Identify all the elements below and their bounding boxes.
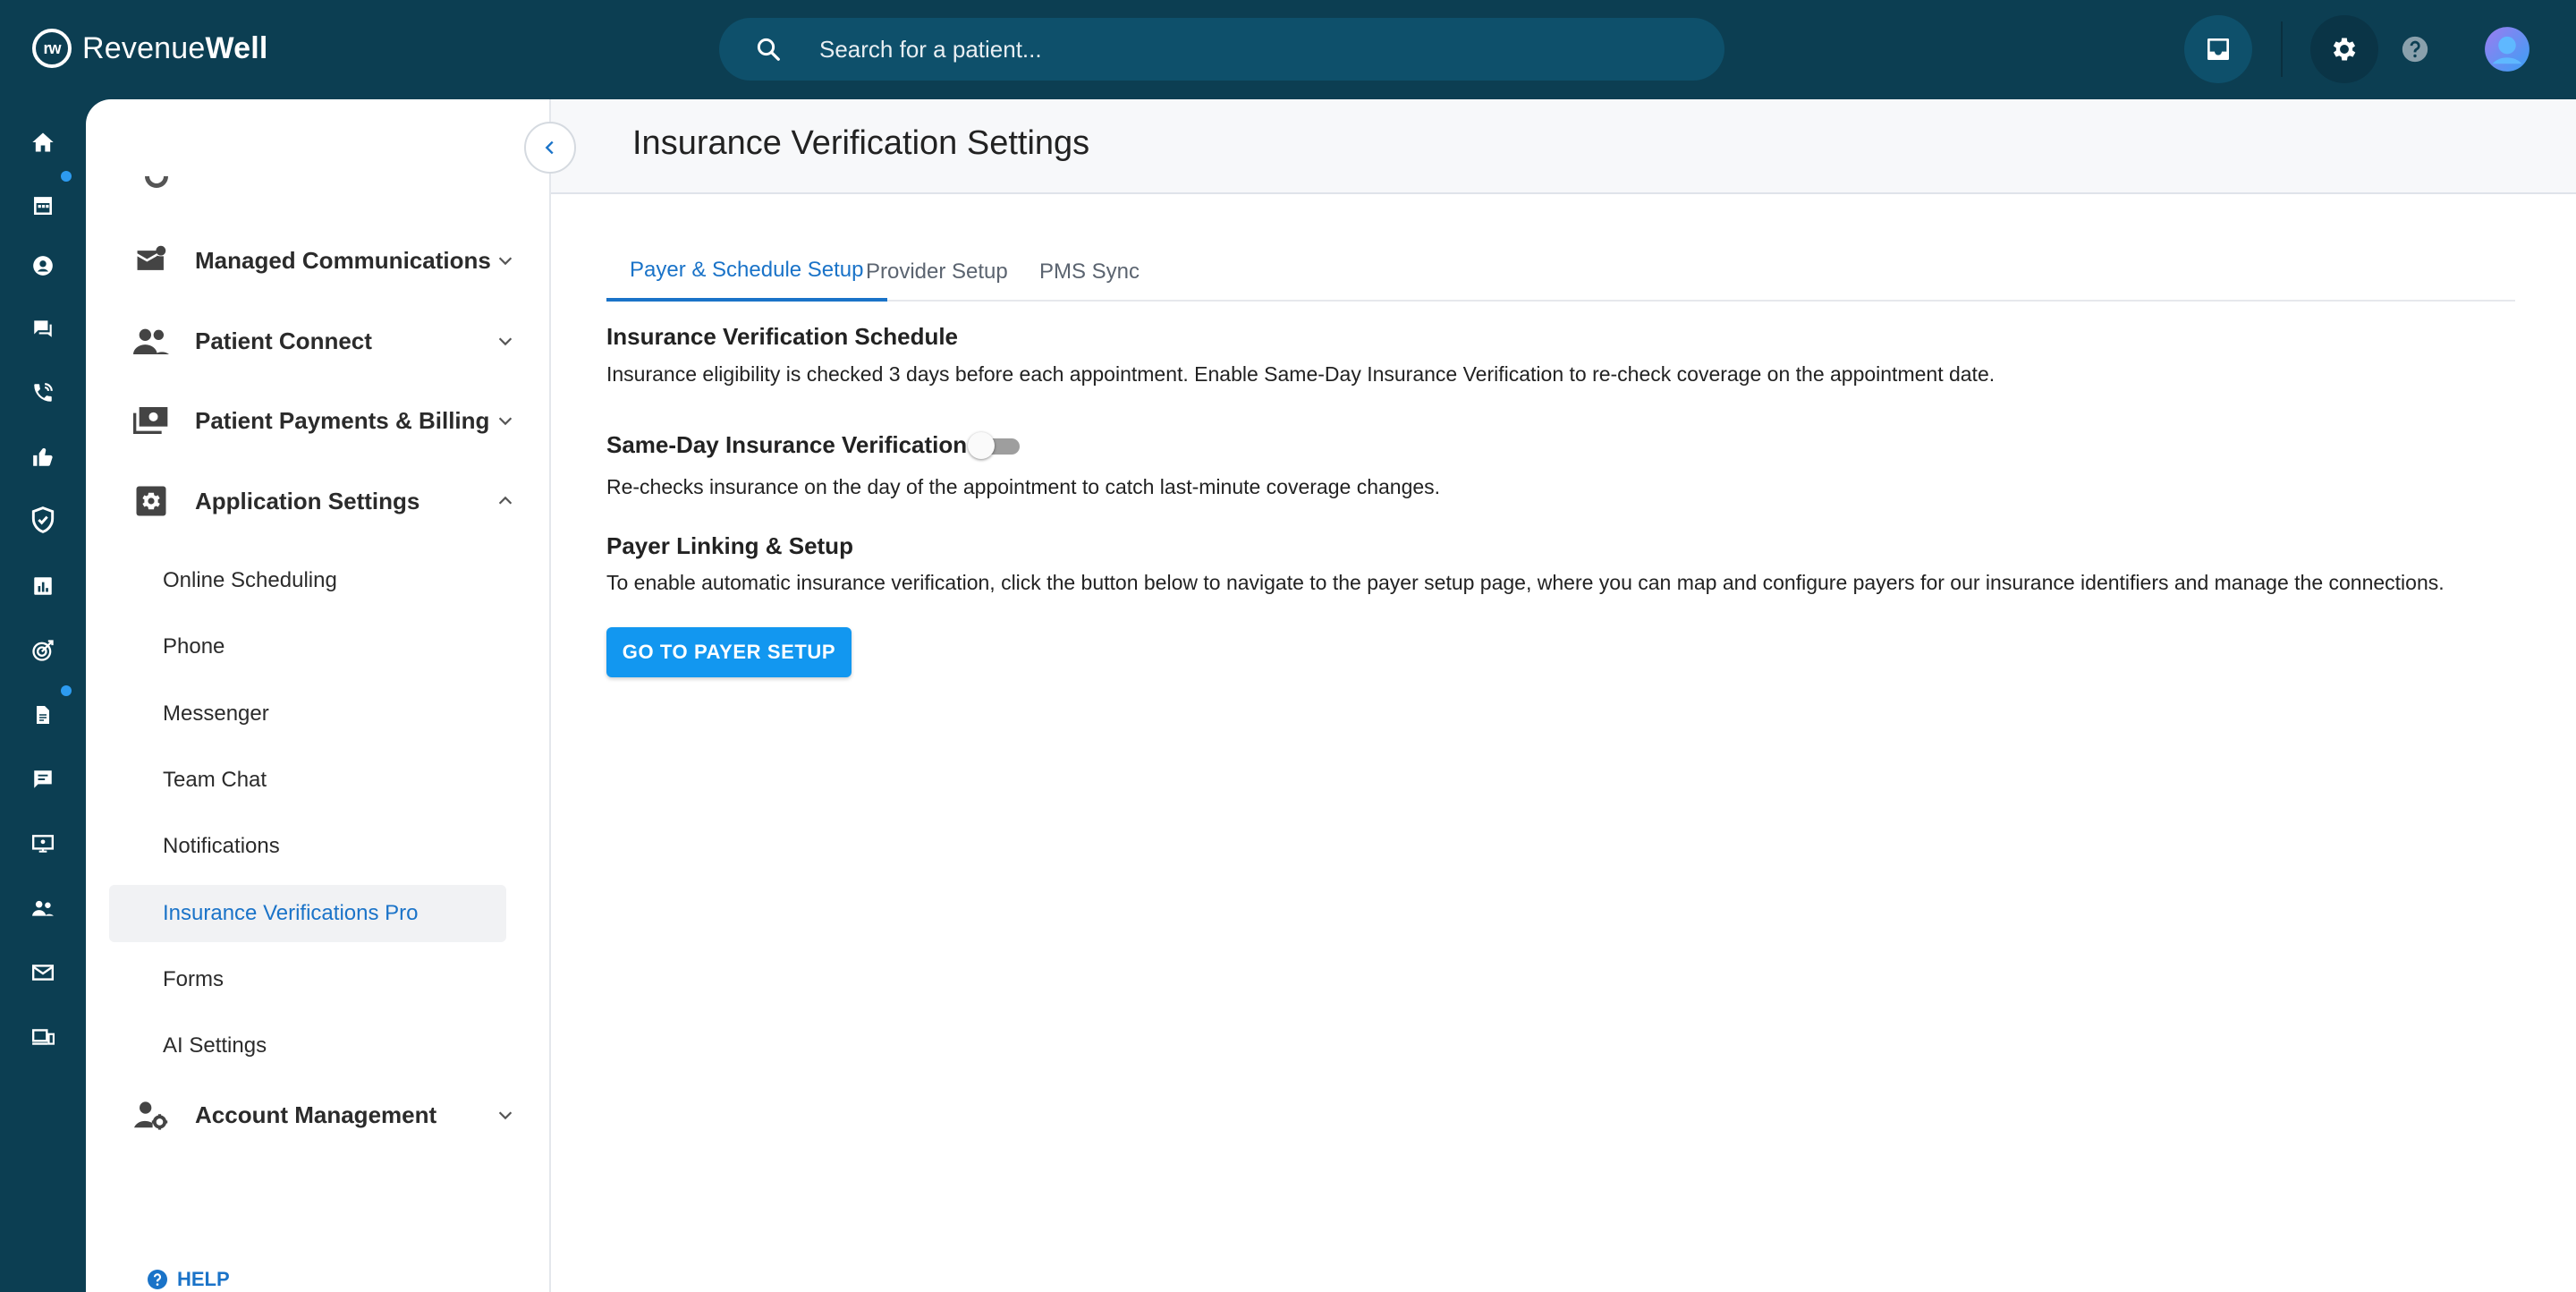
scrolled-item-icon (145, 176, 168, 188)
search-input[interactable] (819, 18, 1696, 81)
user-avatar[interactable] (2473, 15, 2541, 83)
help-link[interactable]: HELP (147, 1268, 230, 1291)
thumbs-up-icon[interactable] (27, 441, 59, 473)
schedule-section-title: Insurance Verification Schedule (606, 323, 959, 350)
settings-tabs: Payer & Schedule Setup Provider Setup PM… (606, 242, 2515, 302)
calendar-icon[interactable] (27, 189, 59, 221)
chat-icon[interactable] (27, 312, 59, 344)
people-icon[interactable] (27, 892, 59, 924)
chevron-down-icon (494, 329, 517, 353)
search-icon (757, 38, 780, 61)
revenuewell-logo[interactable]: rw RevenueWell (32, 25, 268, 72)
home-icon[interactable] (27, 126, 59, 158)
gear-icon (2333, 38, 2356, 61)
collapse-sidebar-button[interactable] (524, 122, 576, 174)
nav-group-application-settings[interactable]: Application Settings (132, 474, 517, 528)
schedule-section-text: Insurance eligibility is checked 3 days … (606, 362, 1996, 386)
nav-group-account-management[interactable]: Account Management (132, 1088, 517, 1142)
nav-group-label: Managed Communications (195, 246, 491, 274)
brand-light: Revenue (82, 30, 206, 65)
nav-group-label: Account Management (195, 1101, 437, 1128)
phone-icon[interactable] (27, 377, 59, 409)
inbox-button[interactable] (2184, 15, 2252, 83)
devices-icon[interactable] (27, 1021, 59, 1053)
settings-button[interactable] (2310, 15, 2378, 83)
nav-group-patient-connect[interactable]: Patient Connect (132, 314, 517, 368)
settings-side-panel: Managed Communications Patient Connect P… (86, 99, 551, 1292)
mail-alert-icon (132, 242, 170, 279)
calendar-notification-dot (61, 171, 72, 182)
nav-group-label: Application Settings (195, 487, 420, 514)
help-button[interactable] (2381, 15, 2449, 83)
message-icon[interactable] (27, 763, 59, 795)
same-day-section-title: Same-Day Insurance Verification (606, 431, 968, 458)
settings-item-notifications[interactable]: Notifications (109, 818, 506, 875)
patient-icon[interactable] (27, 250, 59, 282)
payer-section-text: To enable automatic insurance verificati… (606, 571, 2445, 594)
help-circle-icon (148, 1270, 167, 1289)
document-icon[interactable] (27, 699, 59, 731)
chevron-up-icon (494, 489, 517, 513)
chevron-left-icon (545, 140, 554, 155)
top-bar: rw RevenueWell (0, 0, 2576, 99)
inbox-icon (2207, 38, 2229, 60)
chevron-down-icon (494, 249, 517, 272)
payments-icon (132, 402, 170, 439)
go-to-payer-setup-button[interactable]: GO TO PAYER SETUP (606, 627, 852, 677)
settings-item-team-chat[interactable]: Team Chat (109, 752, 506, 809)
same-day-section-text: Re-checks insurance on the day of the ap… (606, 475, 1441, 498)
settings-icon (132, 482, 170, 520)
tab-pms-sync[interactable]: PMS Sync (1016, 242, 1163, 302)
settings-item-phone[interactable]: Phone (109, 618, 506, 676)
document-notification-dot (61, 685, 72, 696)
chevron-down-icon (494, 1103, 517, 1126)
nav-group-label: Patient Payments & Billing (195, 406, 490, 434)
settings-item-messenger[interactable]: Messenger (109, 685, 506, 743)
people-icon (132, 322, 170, 360)
settings-item-ai-settings[interactable]: AI Settings (109, 1017, 506, 1075)
chevron-down-icon (494, 409, 517, 432)
nav-group-managed-communications[interactable]: Managed Communications (132, 234, 517, 287)
reports-icon[interactable] (27, 570, 59, 602)
target-icon[interactable] (27, 634, 59, 667)
settings-item-forms[interactable]: Forms (109, 951, 506, 1008)
nav-group-label: Patient Connect (195, 327, 372, 354)
main-content: Insurance Verification Settings Payer & … (551, 99, 2576, 1292)
same-day-toggle[interactable] (968, 432, 1021, 459)
question-icon (2402, 36, 2428, 63)
tab-provider-setup[interactable]: Provider Setup (843, 242, 1031, 302)
account-settings-icon (132, 1096, 170, 1134)
nav-group-patient-payments[interactable]: Patient Payments & Billing (132, 394, 517, 447)
avatar-icon (2485, 27, 2529, 72)
settings-item-online-scheduling[interactable]: Online Scheduling (109, 552, 506, 609)
shield-icon[interactable] (27, 504, 59, 536)
help-label: HELP (177, 1268, 230, 1290)
brand-bold: Well (205, 30, 268, 65)
logo-text: RevenueWell (82, 31, 268, 66)
toggle-thumb (968, 432, 995, 459)
left-rail (0, 99, 86, 1292)
page-title: Insurance Verification Settings (632, 124, 1090, 162)
patient-search (719, 18, 1724, 81)
logo-mark: rw (32, 29, 72, 68)
screen-icon[interactable] (27, 828, 59, 860)
top-divider (2281, 21, 2283, 77)
mail-icon[interactable] (27, 956, 59, 989)
settings-item-insurance-verifications-pro[interactable]: Insurance Verifications Pro (109, 885, 506, 942)
page-header: Insurance Verification Settings (551, 99, 2576, 194)
payer-section-title: Payer Linking & Setup (606, 532, 853, 559)
